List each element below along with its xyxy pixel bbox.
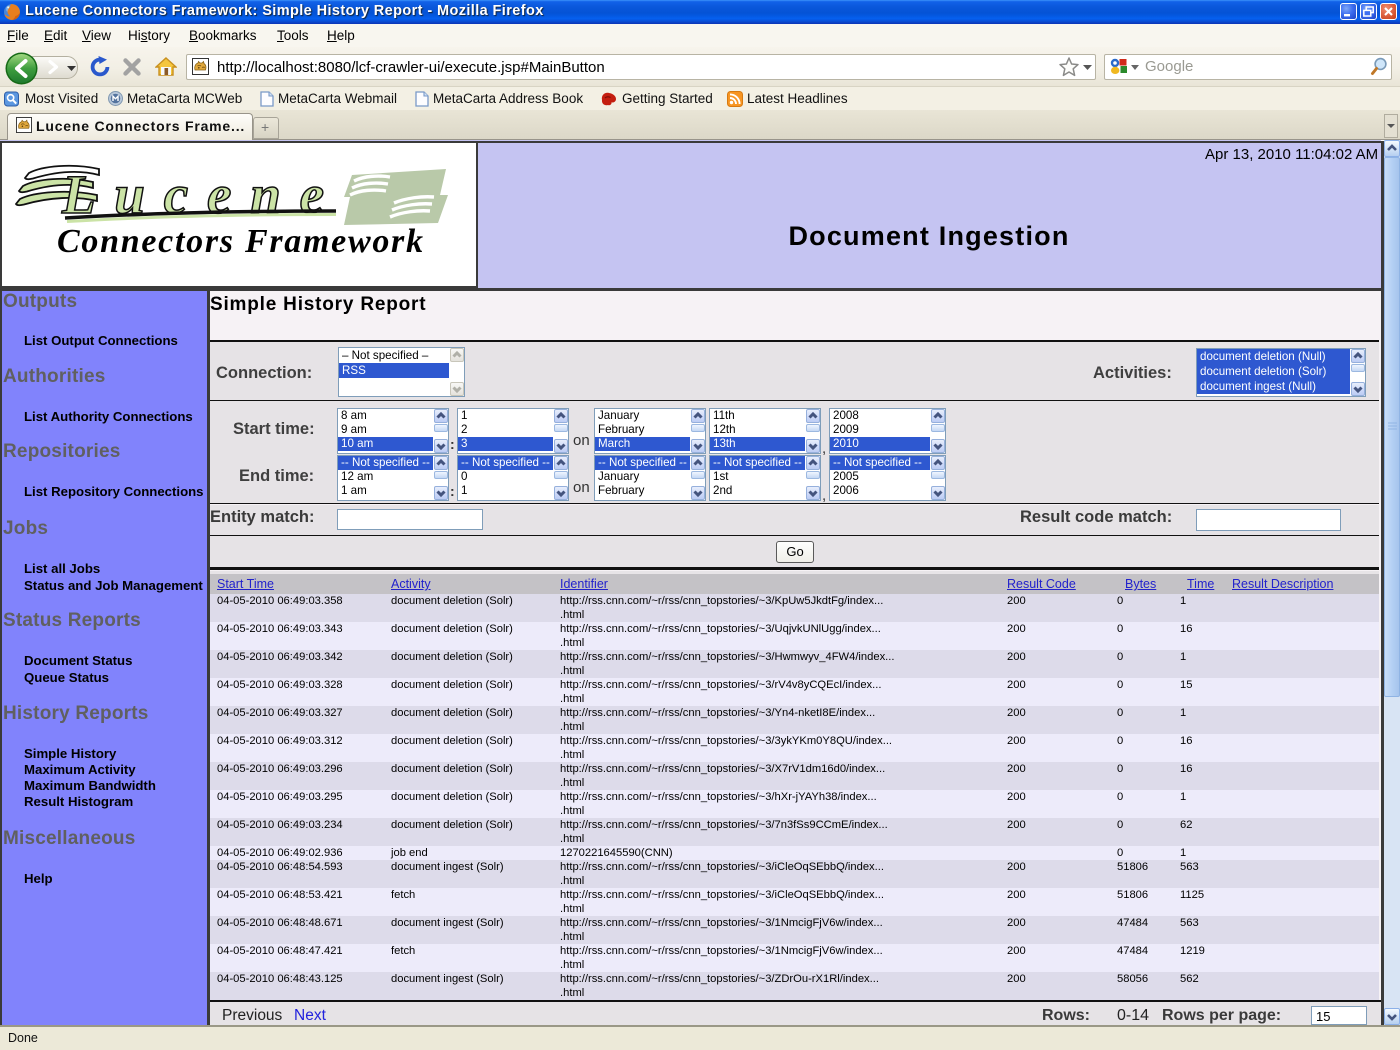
svg-text:Connectors Framework: Connectors Framework: [57, 223, 423, 260]
